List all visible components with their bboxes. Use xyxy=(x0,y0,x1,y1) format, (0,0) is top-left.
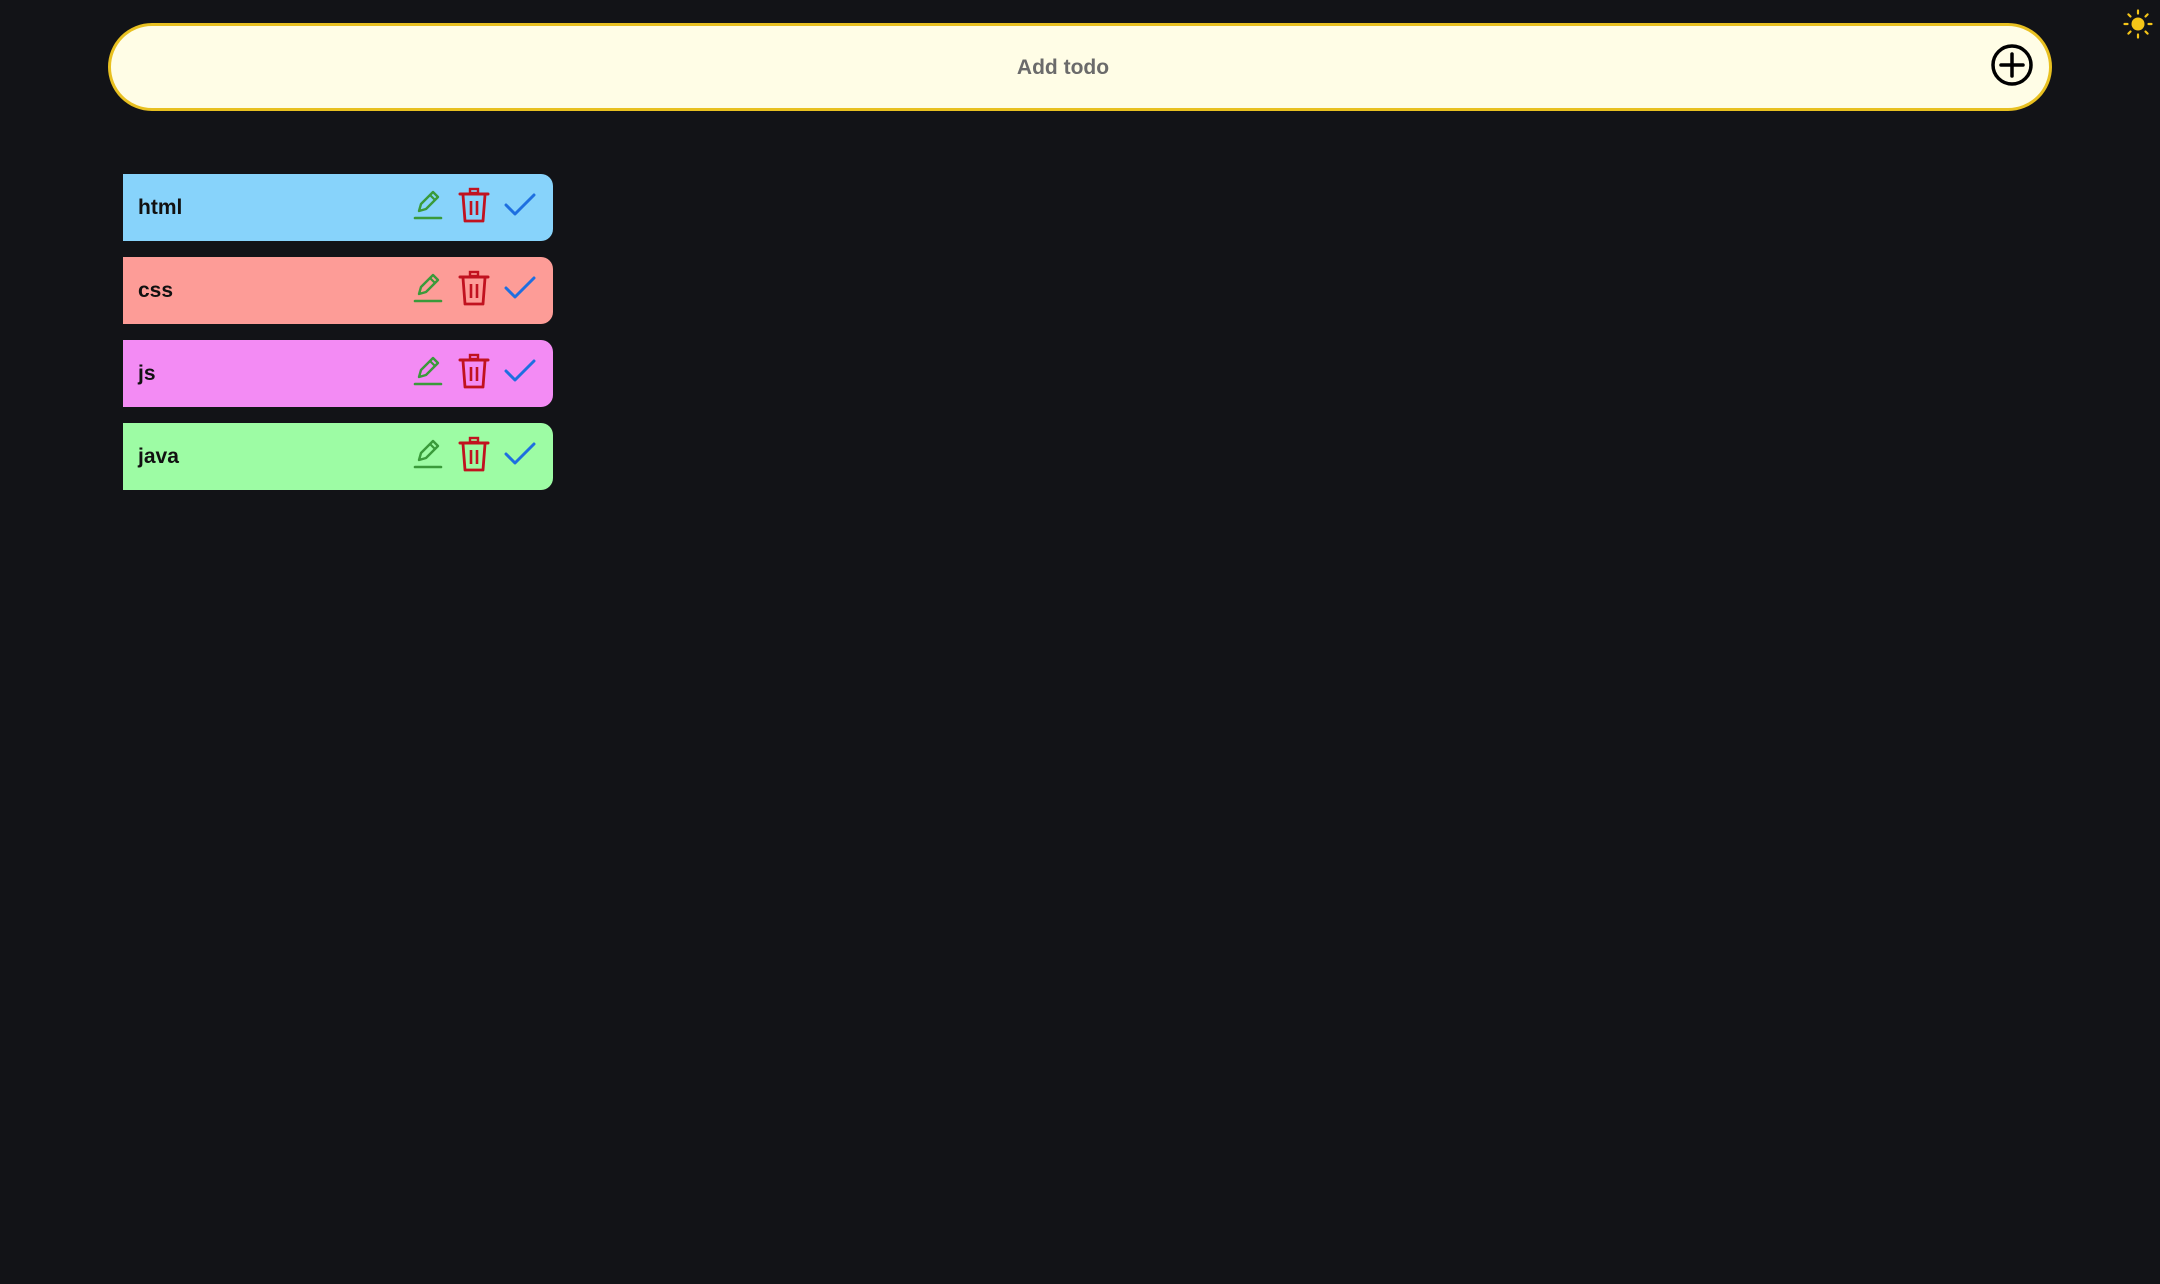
todo-item: html xyxy=(123,174,553,241)
todo-item: java xyxy=(123,423,553,490)
edit-button[interactable] xyxy=(406,269,450,313)
add-todo-button[interactable] xyxy=(1989,43,2035,92)
todo-item: js xyxy=(123,340,553,407)
trash-icon xyxy=(458,187,490,228)
pencil-icon xyxy=(412,354,444,393)
delete-button[interactable] xyxy=(452,269,496,313)
complete-button[interactable] xyxy=(498,269,542,313)
edit-button[interactable] xyxy=(406,186,450,230)
delete-button[interactable] xyxy=(452,352,496,396)
delete-button[interactable] xyxy=(452,186,496,230)
complete-button[interactable] xyxy=(498,352,542,396)
todo-text: html xyxy=(138,195,183,219)
todo-item: css xyxy=(123,257,553,324)
todo-list: html css js java xyxy=(123,174,553,506)
add-todo-input[interactable] xyxy=(151,26,1975,110)
check-icon xyxy=(503,439,537,474)
delete-button[interactable] xyxy=(452,435,496,479)
complete-button[interactable] xyxy=(498,186,542,230)
todo-text: js xyxy=(138,361,156,385)
edit-button[interactable] xyxy=(406,352,450,396)
trash-icon xyxy=(458,353,490,394)
check-icon xyxy=(503,190,537,225)
todo-text: css xyxy=(138,278,174,302)
complete-button[interactable] xyxy=(498,435,542,479)
edit-button[interactable] xyxy=(406,435,450,479)
theme-toggle-button[interactable] xyxy=(2120,8,2156,44)
plus-circle-icon xyxy=(1990,43,2034,92)
add-todo-bar xyxy=(108,23,2052,111)
check-icon xyxy=(503,356,537,391)
pencil-icon xyxy=(412,437,444,476)
trash-icon xyxy=(458,270,490,311)
todo-text: java xyxy=(138,444,179,468)
pencil-icon xyxy=(412,271,444,310)
trash-icon xyxy=(458,436,490,477)
pencil-icon xyxy=(412,188,444,227)
sun-icon xyxy=(2123,8,2153,44)
check-icon xyxy=(503,273,537,308)
